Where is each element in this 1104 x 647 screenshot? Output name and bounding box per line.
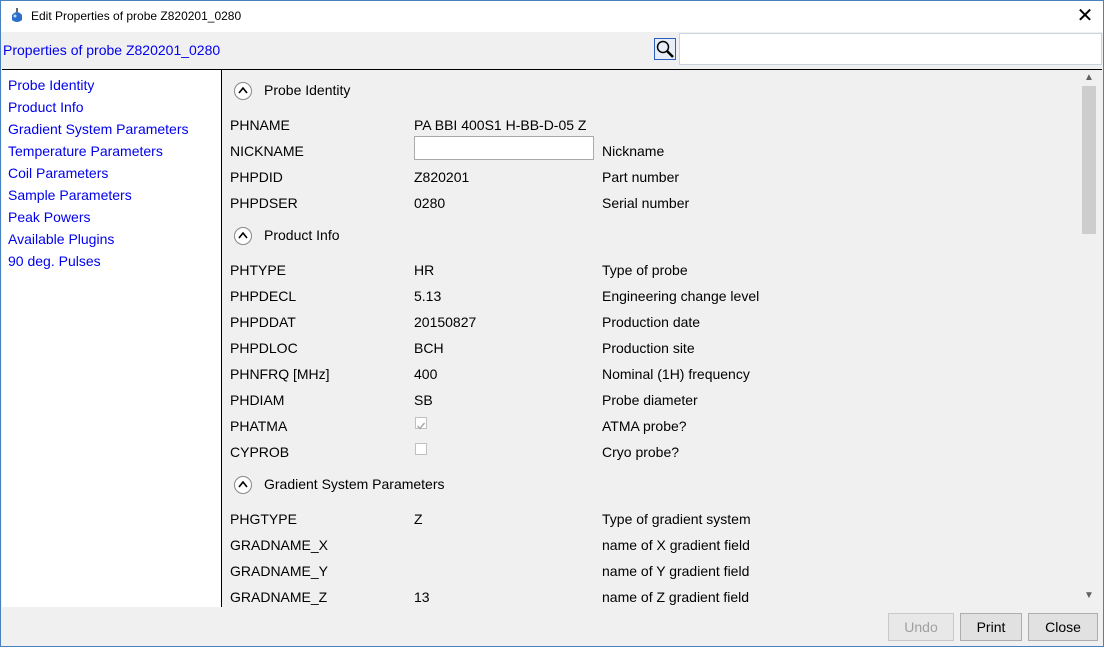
param-name: PHDIAM	[230, 392, 285, 408]
sidebar-item-90-deg-pulses[interactable]: 90 deg. Pulses	[8, 253, 101, 269]
param-name: PHPDDAT	[230, 314, 296, 330]
param-description: Probe diameter	[602, 392, 698, 408]
prop-row-gradname-y: GRADNAME_Y name of Y gradient field	[230, 563, 1090, 589]
param-description: name of X gradient field	[602, 537, 750, 553]
param-value: Z820201	[414, 169, 470, 185]
prop-row-gradname-x: GRADNAME_X name of X gradient field	[230, 537, 1090, 563]
sidebar-item-plugins[interactable]: Available Plugins	[8, 231, 114, 247]
close-button[interactable]: Close	[1028, 613, 1098, 641]
prop-row-gradname-z: GRADNAME_Z 13 name of Z gradient field	[230, 589, 1090, 607]
param-value: PA BBI 400S1 H-BB-D-05 Z	[414, 117, 587, 133]
sidebar-item-probe-identity[interactable]: Probe Identity	[8, 77, 94, 93]
param-name: CYPROB	[230, 444, 290, 460]
param-description: Production site	[602, 340, 695, 356]
param-description: name of Y gradient field	[602, 563, 750, 579]
chevron-up-icon	[238, 86, 248, 94]
dialog-window: Edit Properties of probe Z820201_0280 ✕ …	[0, 0, 1104, 647]
prop-row-phpdloc: PHPDLOC BCH Production site	[230, 340, 1090, 366]
sidebar-item-sample[interactable]: Sample Parameters	[8, 187, 132, 203]
param-name: PHPDID	[230, 169, 283, 185]
param-description: Cryo probe?	[602, 444, 680, 460]
prop-row-phatma: PHATMA ATMA probe?	[230, 417, 1090, 444]
print-button[interactable]: Print	[960, 613, 1022, 641]
param-name: GRADNAME_X	[230, 537, 329, 553]
section-title: Gradient System Parameters	[264, 476, 445, 492]
prop-row-phtype: PHTYPE HR Type of probe	[230, 262, 1090, 288]
search-button[interactable]	[654, 38, 676, 60]
param-name: NICKNAME	[230, 143, 304, 159]
scrollbar-thumb[interactable]	[1082, 86, 1096, 234]
collapse-toggle[interactable]	[234, 82, 252, 100]
param-value: Z	[414, 511, 423, 527]
param-description: name of Z gradient field	[602, 589, 750, 605]
param-value: 20150827	[414, 314, 477, 330]
checkmark-icon	[417, 422, 426, 430]
prop-row-cyprob: CYPROB Cryo probe?	[230, 443, 1090, 470]
properties-title: Properties of probe Z820201_0280	[3, 42, 221, 58]
vertical-scrollbar[interactable]: ▲ ▼	[1080, 70, 1102, 607]
chevron-up-icon	[238, 231, 248, 239]
section-title: Product Info	[264, 227, 340, 243]
sidebar-item-peak-powers[interactable]: Peak Powers	[8, 209, 90, 225]
param-value: 13	[414, 589, 430, 605]
param-description: Type of probe	[602, 262, 688, 278]
prop-row-phpddat: PHPDDAT 20150827 Production date	[230, 314, 1090, 340]
param-value: BCH	[414, 340, 444, 356]
param-description: ATMA probe?	[602, 418, 687, 434]
sidebar-item-gradient-system[interactable]: Gradient System Parameters	[8, 121, 189, 137]
atma-checkbox[interactable]	[415, 417, 427, 430]
prop-row-phgtype: PHGTYPE Z Type of gradient system	[230, 511, 1090, 537]
prop-row-phpdser: PHPDSER 0280 Serial number	[230, 195, 1090, 221]
section-title: Probe Identity	[264, 82, 351, 98]
param-value: 400	[414, 366, 438, 382]
search-input[interactable]	[679, 33, 1102, 65]
param-description: Production date	[602, 314, 701, 330]
param-name: PHATMA	[230, 418, 288, 434]
sidebar-item-temperature[interactable]: Temperature Parameters	[8, 143, 163, 159]
param-name: GRADNAME_Y	[230, 563, 329, 579]
properties-panel: Probe Identity PHNAME PA BBI 400S1 H-BB-…	[222, 69, 1102, 607]
param-description: Type of gradient system	[602, 511, 751, 527]
prop-row-phdiam: PHDIAM SB Probe diameter	[230, 392, 1090, 418]
window-title: Edit Properties of probe Z820201_0280	[31, 9, 242, 23]
undo-button[interactable]: Undo	[888, 613, 954, 641]
probe-app-icon	[12, 8, 22, 22]
prop-row-phpdecl: PHPDECL 5.13 Engineering change level	[230, 288, 1090, 314]
param-name: PHPDLOC	[230, 340, 298, 356]
param-name: GRADNAME_Z	[230, 589, 328, 605]
sidebar-item-product-info[interactable]: Product Info	[8, 99, 84, 115]
chevron-up-icon	[238, 480, 248, 488]
prop-row-phname: PHNAME PA BBI 400S1 H-BB-D-05 Z	[230, 117, 1090, 143]
param-name: PHNAME	[230, 117, 290, 133]
param-name: PHGTYPE	[230, 511, 297, 527]
param-name: PHPDSER	[230, 195, 298, 211]
param-description: Part number	[602, 169, 680, 185]
nickname-input[interactable]	[414, 136, 594, 160]
param-name: PHTYPE	[230, 262, 287, 278]
param-name: PHNFRQ [MHz]	[230, 366, 330, 382]
param-value: 0280	[414, 195, 446, 211]
prop-row-phpdid: PHPDID Z820201 Part number	[230, 169, 1090, 195]
sidebar: Probe Identity Product Info Gradient Sys…	[2, 69, 222, 607]
param-description: Serial number	[602, 195, 690, 211]
close-icon[interactable]: ✕	[1075, 5, 1095, 27]
param-description: Nickname	[602, 143, 665, 159]
sidebar-item-coil[interactable]: Coil Parameters	[8, 165, 108, 181]
header-row: Properties of probe Z820201_0280	[1, 32, 1103, 68]
collapse-toggle[interactable]	[234, 227, 252, 245]
cryo-checkbox[interactable]	[415, 443, 427, 455]
prop-row-nickname: NICKNAME Nickname	[230, 136, 1090, 169]
scroll-up-icon[interactable]: ▲	[1084, 72, 1094, 83]
param-description: Engineering change level	[602, 288, 760, 304]
collapse-toggle[interactable]	[234, 476, 252, 494]
param-description: Nominal (1H) frequency	[602, 366, 750, 382]
scroll-down-icon[interactable]: ▼	[1084, 590, 1094, 601]
param-value: HR	[414, 262, 435, 278]
param-value: SB	[414, 392, 433, 408]
param-name: PHPDECL	[230, 288, 297, 304]
prop-row-phnfrq: PHNFRQ [MHz] 400 Nominal (1H) frequency	[230, 366, 1090, 392]
param-value: 5.13	[414, 288, 442, 304]
magnifier-icon	[656, 40, 674, 58]
title-bar: Edit Properties of probe Z820201_0280 ✕	[1, 1, 1103, 32]
